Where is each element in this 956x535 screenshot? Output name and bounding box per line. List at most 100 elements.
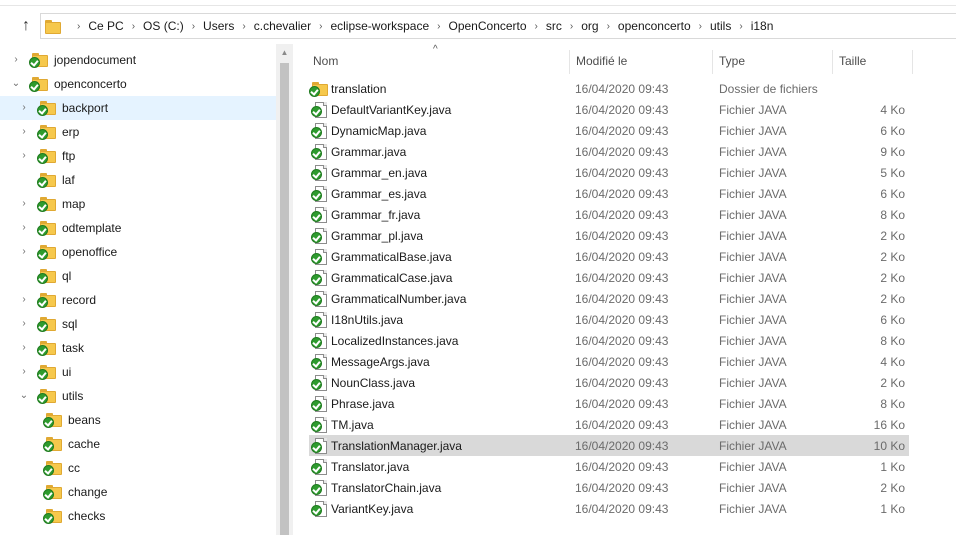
chevron-right-icon[interactable]: ›: [10, 54, 22, 66]
file-row[interactable]: Grammar_en.java 16/04/2020 09:43 Fichier J…: [309, 162, 909, 183]
sidebar-item-record[interactable]: › record: [0, 288, 276, 312]
sidebar-item-odtemplate[interactable]: › odtemplate: [0, 216, 276, 240]
file-row[interactable]: DynamicMap.java 16/04/2020 09:43 Fichier J…: [309, 120, 909, 141]
folder-synced-icon: [37, 293, 56, 308]
up-arrow-button[interactable]: ↑: [14, 15, 38, 37]
chevron-right-icon[interactable]: ›: [699, 21, 702, 32]
file-size: 2 Ko: [880, 270, 905, 285]
breadcrumb-item[interactable]: OpenConcerto: [449, 19, 527, 33]
breadcrumb-item[interactable]: i18n: [751, 19, 774, 33]
file-row[interactable]: I18nUtils.java 16/04/2020 09:43 Fichier JA…: [309, 309, 909, 330]
sidebar-item-ftp[interactable]: › ftp: [0, 144, 276, 168]
file-row[interactable]: GrammaticalCase.java 16/04/2020 09:43 Fich…: [309, 267, 909, 288]
sidebar-item-laf[interactable]: laf: [0, 168, 276, 192]
file-row[interactable]: GrammaticalBase.java 16/04/2020 09:43 Fich…: [309, 246, 909, 267]
sidebar-item-cache[interactable]: cache: [0, 432, 276, 456]
sidebar-scrollbar[interactable]: ▲: [276, 44, 293, 535]
file-row[interactable]: Grammar_fr.java 16/04/2020 09:43 Fichier J…: [309, 204, 909, 225]
chevron-down-icon[interactable]: ⌄: [18, 390, 30, 402]
breadcrumb-item[interactable]: eclipse-workspace: [330, 19, 429, 33]
chevron-right-icon[interactable]: ›: [18, 102, 30, 114]
file-row[interactable]: MessageArgs.java 16/04/2020 09:43 Fichier …: [309, 351, 909, 372]
file-modified-date: 16/04/2020 09:43: [575, 207, 669, 222]
sidebar-item-ql[interactable]: ql: [0, 264, 276, 288]
file-row[interactable]: Grammar_pl.java 16/04/2020 09:43 Fichier J…: [309, 225, 909, 246]
file-row[interactable]: TranslatorChain.java 16/04/2020 09:43 Fich…: [309, 477, 909, 498]
file-row[interactable]: TranslationManager.java 16/04/2020 09:43 F…: [309, 435, 909, 456]
file-synced-icon: [310, 332, 327, 349]
file-name: NounClass.java: [331, 375, 416, 390]
breadcrumb-item[interactable]: Users: [203, 19, 234, 33]
chevron-right-icon[interactable]: ›: [319, 21, 322, 32]
scroll-up-icon[interactable]: ▲: [276, 44, 293, 61]
sidebar-item-ui[interactable]: › ui: [0, 360, 276, 384]
file-size: 2 Ko: [880, 291, 905, 306]
breadcrumb-item[interactable]: Ce PC: [88, 19, 123, 33]
file-modified-date: 16/04/2020 09:43: [575, 102, 669, 117]
file-row[interactable]: TM.java 16/04/2020 09:43 Fichier JAVA 16 Ko: [309, 414, 909, 435]
chevron-right-icon[interactable]: ›: [535, 21, 538, 32]
breadcrumb-item[interactable]: src: [546, 19, 562, 33]
sidebar-item-checks[interactable]: checks: [0, 504, 276, 528]
file-row[interactable]: Grammar_es.java 16/04/2020 09:43 Fichier J…: [309, 183, 909, 204]
file-icon-cell: [309, 395, 331, 412]
file-row[interactable]: Grammar.java 16/04/2020 09:43 Fichier JAVA…: [309, 141, 909, 162]
scrollbar-thumb[interactable]: [280, 63, 289, 535]
file-row[interactable]: VariantKey.java 16/04/2020 09:43 Fichier J…: [309, 498, 909, 519]
sidebar-item-change[interactable]: change: [0, 480, 276, 504]
file-row[interactable]: DefaultVariantKey.java 16/04/2020 09:43 Fi…: [309, 99, 909, 120]
chevron-right-icon[interactable]: ›: [437, 21, 440, 32]
sidebar-item-erp[interactable]: › erp: [0, 120, 276, 144]
breadcrumb-item[interactable]: c.chevalier: [254, 19, 311, 33]
chevron-right-icon[interactable]: ›: [607, 21, 610, 32]
column-header-type[interactable]: Type: [712, 50, 832, 74]
chevron-right-icon[interactable]: ›: [18, 318, 30, 330]
chevron-right-icon[interactable]: ›: [570, 21, 573, 32]
chevron-right-icon[interactable]: ›: [18, 246, 30, 258]
sidebar-item-openoffice[interactable]: › openoffice: [0, 240, 276, 264]
folder-synced-icon: [29, 77, 48, 92]
sidebar-item-beans[interactable]: beans: [0, 408, 276, 432]
breadcrumb-item[interactable]: utils: [710, 19, 731, 33]
sidebar-item-map[interactable]: › map: [0, 192, 276, 216]
column-header-date[interactable]: Modifié le: [569, 50, 712, 74]
sidebar-item-sql[interactable]: › sql: [0, 312, 276, 336]
sidebar-item-openconcerto[interactable]: ⌄ openconcerto: [0, 72, 276, 96]
file-row[interactable]: LocalizedInstances.java 16/04/2020 09:43 F…: [309, 330, 909, 351]
folder-synced-icon: [309, 81, 328, 97]
breadcrumb-item[interactable]: org: [581, 19, 598, 33]
chevron-right-icon[interactable]: ›: [18, 294, 30, 306]
chevron-right-icon[interactable]: ›: [18, 150, 30, 162]
address-bar[interactable]: › Ce PC › OS (C:) › Users › c.chevalier › eclips…: [40, 13, 956, 39]
column-header-size[interactable]: Taille: [832, 50, 912, 74]
file-size: 2 Ko: [880, 228, 905, 243]
file-row[interactable]: NounClass.java 16/04/2020 09:43 Fichier JA…: [309, 372, 909, 393]
chevron-right-icon[interactable]: ›: [18, 366, 30, 378]
file-row[interactable]: Translator.java 16/04/2020 09:43 Fichier J…: [309, 456, 909, 477]
chevron-down-icon[interactable]: ⌄: [10, 78, 22, 90]
chevron-right-icon[interactable]: ›: [132, 21, 135, 32]
chevron-right-icon[interactable]: ›: [242, 21, 245, 32]
chevron-right-icon[interactable]: ›: [18, 198, 30, 210]
file-modified-date: 16/04/2020 09:43: [575, 291, 669, 306]
file-row[interactable]: GrammaticalNumber.java 16/04/2020 09:43 Fi…: [309, 288, 909, 309]
chevron-right-icon[interactable]: ›: [18, 342, 30, 354]
chevron-right-icon[interactable]: ›: [18, 222, 30, 234]
file-row[interactable]: translation 16/04/2020 09:43 Dossier de fi…: [309, 78, 909, 99]
file-modified-date: 16/04/2020 09:43: [575, 144, 669, 159]
breadcrumb-item[interactable]: OS (C:): [143, 19, 184, 33]
chevron-right-icon: [18, 174, 30, 186]
sidebar-item-backport[interactable]: › backport: [0, 96, 276, 120]
sidebar-item-utils[interactable]: ⌄ utils: [0, 384, 276, 408]
chevron-right-icon[interactable]: ›: [18, 126, 30, 138]
file-modified-date: 16/04/2020 09:43: [575, 312, 669, 327]
folder-synced-icon: [37, 341, 56, 356]
chevron-right-icon[interactable]: ›: [739, 21, 742, 32]
sidebar-item-task[interactable]: › task: [0, 336, 276, 360]
sidebar-item-cc[interactable]: cc: [0, 456, 276, 480]
chevron-right-icon[interactable]: ›: [192, 21, 195, 32]
breadcrumb-item[interactable]: openconcerto: [618, 19, 691, 33]
file-row[interactable]: Phrase.java 16/04/2020 09:43 Fichier JAVA 8…: [309, 393, 909, 414]
column-header-name[interactable]: Nom: [313, 50, 569, 74]
sidebar-item-jopendocument[interactable]: › jopendocument: [0, 48, 276, 72]
